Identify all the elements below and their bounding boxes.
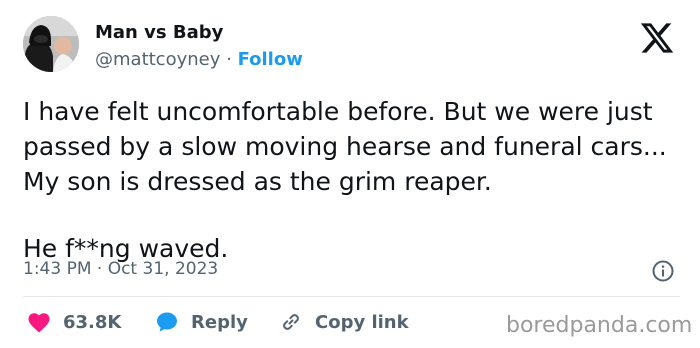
tweet-paragraph: I have felt uncomfortable before. But we… xyxy=(23,97,667,196)
follow-button[interactable]: Follow xyxy=(238,49,303,70)
tweet-timestamp[interactable]: 1:43 PM · Oct 31, 2023 xyxy=(23,259,218,279)
display-name[interactable]: Man vs Baby xyxy=(95,22,223,43)
user-handle[interactable]: @mattcoyney xyxy=(95,49,220,70)
speech-bubble-icon xyxy=(157,312,177,332)
avatar-photo xyxy=(23,16,79,72)
avatar[interactable] xyxy=(23,16,79,72)
link-icon xyxy=(283,314,299,330)
reply-label: Reply xyxy=(191,311,248,333)
handle-separator: · xyxy=(220,49,238,70)
x-logo-icon[interactable] xyxy=(637,20,677,56)
reply-button[interactable]: Reply xyxy=(155,310,248,334)
tweet-text: I have felt uncomfortable before. But we… xyxy=(23,94,683,266)
heart-icon xyxy=(28,313,50,333)
handle-row: @mattcoyney · Follow xyxy=(95,49,303,70)
divider xyxy=(23,296,680,297)
copy-link-label: Copy link xyxy=(315,311,409,333)
info-icon[interactable] xyxy=(651,259,675,283)
like-count: 63.8K xyxy=(63,311,122,333)
copy-link-button[interactable]: Copy link xyxy=(279,310,409,334)
like-button[interactable]: 63.8K xyxy=(27,310,121,334)
watermark: boredpanda.com xyxy=(506,313,693,338)
